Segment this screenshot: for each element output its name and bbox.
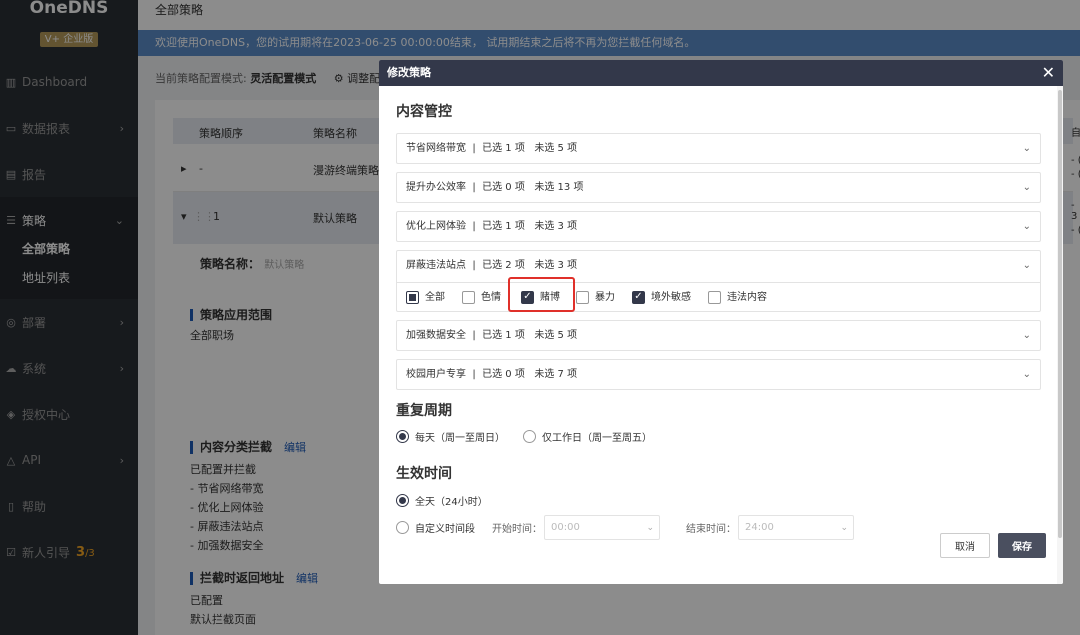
group-selected: 已选 0 项 (482, 182, 525, 193)
highlight-box (508, 276, 575, 312)
group-name: 提升办公效率 (406, 182, 466, 193)
option-label: 违法内容 (727, 291, 767, 303)
radio-label: 全天（24小时） (415, 497, 488, 508)
option-all[interactable]: 全部 (406, 283, 462, 312)
group-separator: | (472, 182, 476, 193)
start-time-label: 开始时间： (492, 524, 542, 535)
group-separator: | (472, 330, 476, 341)
start-time-value: 00:00 (551, 522, 580, 533)
group-selected: 已选 2 项 (482, 260, 525, 271)
group-unselected: 未选 7 项 (534, 369, 578, 380)
chevron-down-icon: ⌄ (1022, 260, 1031, 271)
checkbox-icon[interactable] (708, 290, 721, 304)
group-separator: | (472, 143, 476, 154)
option-violence[interactable]: 暴力 (576, 283, 632, 312)
radio-label: 每天（周一至周日） (415, 433, 505, 444)
group-unselected: 未选 3 项 (534, 221, 578, 232)
radio-selected-icon[interactable] (396, 494, 409, 507)
group-name: 节省网络带宽 (406, 143, 466, 154)
edit-policy-modal: 修改策略 ✕ 内容管控 节省网络带宽 | 已选 1 项 未选 5 项 ⌄ 提升办… (379, 60, 1063, 584)
radio-label: 仅工作日（周一至周五） (542, 433, 652, 444)
category-options: 全部 色情 ✓ 赌博 暴力 ✓ 境外敏感 违法内容 (397, 276, 1040, 312)
category-group-efficiency[interactable]: 提升办公效率 | 已选 0 项 未选 13 项 ⌄ (396, 172, 1041, 203)
option-label: 境外敏感 (651, 291, 691, 303)
chevron-down-icon: ⌄ (1022, 143, 1031, 154)
cancel-button[interactable]: 取消 (940, 533, 990, 558)
group-name: 加强数据安全 (406, 330, 466, 341)
category-group-campus[interactable]: 校园用户专享 | 已选 0 项 未选 7 项 ⌄ (396, 359, 1041, 390)
chevron-down-icon: ⌄ (840, 522, 848, 533)
radio-icon[interactable] (523, 430, 536, 443)
save-button[interactable]: 保存 (998, 533, 1046, 558)
effective-option-all-day[interactable]: 全天（24小时） (396, 493, 1041, 508)
option-label: 暴力 (595, 291, 615, 303)
modal-header: 修改策略 ✕ (379, 60, 1063, 86)
repeat-option-weekdays[interactable]: 仅工作日（周一至周五） (523, 429, 652, 444)
effective-option-custom[interactable]: 自定义时间段 (396, 520, 492, 535)
end-time-select[interactable]: 24:00 ⌄ (738, 515, 854, 540)
effective-time-title: 生效时间 (396, 466, 452, 482)
modal-scrollbar[interactable] (1057, 86, 1063, 584)
group-selected: 已选 1 项 (482, 221, 525, 232)
start-time-select[interactable]: 00:00 ⌄ (544, 515, 660, 540)
chevron-down-icon: ⌄ (1022, 182, 1031, 193)
chevron-down-icon: ⌄ (1022, 330, 1031, 341)
group-unselected: 未选 5 项 (534, 143, 578, 154)
radio-label: 自定义时间段 (415, 524, 475, 535)
radio-selected-icon[interactable] (396, 430, 409, 443)
content-control-title: 内容管控 (396, 104, 452, 120)
radio-icon[interactable] (396, 521, 409, 534)
option-label: 色情 (481, 291, 501, 303)
modal-title: 修改策略 (387, 66, 431, 79)
scrollbar-thumb[interactable] (1058, 90, 1062, 538)
option-overseas[interactable]: ✓ 境外敏感 (632, 283, 708, 312)
end-time-label: 结束时间： (686, 524, 736, 535)
repeat-option-daily[interactable]: 每天（周一至周日） (396, 429, 523, 444)
group-unselected: 未选 3 项 (534, 260, 578, 271)
checkbox-icon[interactable] (462, 290, 475, 304)
group-name: 屏蔽违法站点 (406, 260, 466, 271)
group-separator: | (472, 369, 476, 380)
category-group-illegal[interactable]: 屏蔽违法站点 | 已选 2 项 未选 3 项 ⌄ 全部 色情 ✓ 赌博 暴力 ✓ 境… (396, 250, 1041, 312)
category-group-bandwidth[interactable]: 节省网络带宽 | 已选 1 项 未选 5 项 ⌄ (396, 133, 1041, 164)
chevron-down-icon: ⌄ (1022, 221, 1031, 232)
checkbox-icon[interactable] (576, 290, 589, 304)
checkbox-checked-icon[interactable]: ✓ (632, 290, 645, 304)
group-name: 优化上网体验 (406, 221, 466, 232)
chevron-down-icon: ⌄ (646, 522, 654, 533)
option-illegal-content[interactable]: 违法内容 (708, 283, 767, 312)
group-unselected: 未选 5 项 (534, 330, 578, 341)
group-selected: 已选 1 项 (482, 143, 525, 154)
group-selected: 已选 1 项 (482, 330, 525, 341)
group-separator: | (472, 221, 476, 232)
option-label: 全部 (425, 291, 445, 303)
end-time-value: 24:00 (745, 522, 774, 533)
category-group-data-security[interactable]: 加强数据安全 | 已选 1 项 未选 5 项 ⌄ (396, 320, 1041, 351)
chevron-down-icon: ⌄ (1022, 369, 1031, 380)
close-icon[interactable]: ✕ (1042, 60, 1055, 86)
option-gambling[interactable]: ✓ 赌博 (508, 276, 576, 312)
group-unselected: 未选 13 项 (534, 182, 584, 193)
checkbox-partial-icon[interactable] (406, 290, 419, 304)
repeat-title: 重复周期 (396, 403, 452, 419)
group-name: 校园用户专享 (406, 369, 466, 380)
group-selected: 已选 0 项 (482, 369, 525, 380)
repeat-options: 每天（周一至周日） 仅工作日（周一至周五） (396, 429, 1041, 444)
modal-body: 内容管控 节省网络带宽 | 已选 1 项 未选 5 项 ⌄ 提升办公效率 | 已… (379, 101, 1063, 540)
group-separator: | (472, 260, 476, 271)
category-group-experience[interactable]: 优化上网体验 | 已选 1 项 未选 3 项 ⌄ (396, 211, 1041, 242)
